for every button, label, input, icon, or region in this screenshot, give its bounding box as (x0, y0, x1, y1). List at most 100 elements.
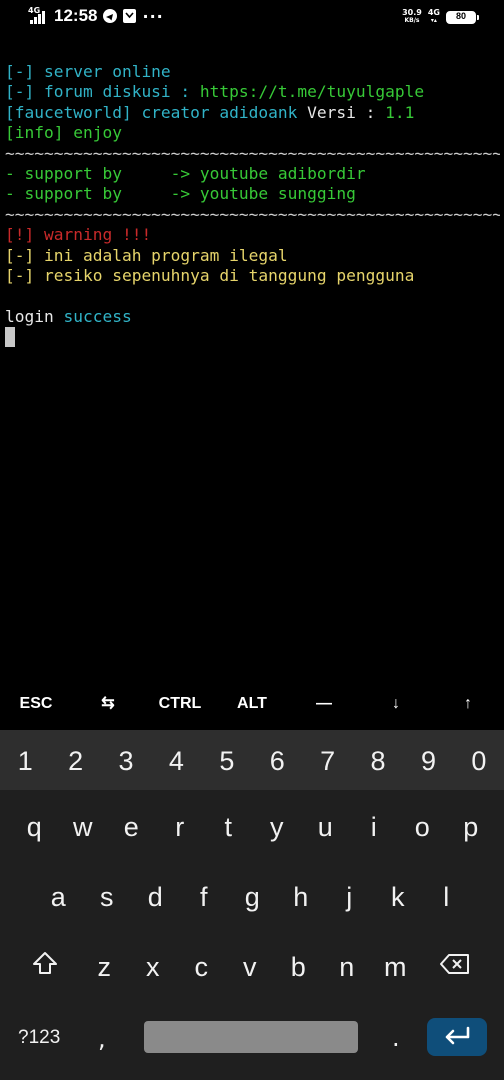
terminal-text: [faucetworld] creator adidoank (5, 102, 308, 122)
terminal-line: [faucetworld] creator adidoank Versi : 1… (5, 103, 500, 123)
tab-key[interactable]: ⇆ (72, 682, 144, 726)
comma-key[interactable]: , (98, 1010, 106, 1068)
terminal-text: [!] warning !!! (5, 225, 152, 245)
status-right: 30.9 KB/s 4G ▾▴ 80 (402, 8, 479, 25)
key-s[interactable]: s (83, 866, 132, 928)
key-u[interactable]: u (301, 796, 350, 858)
status-left: 4G 12:58 ··· (28, 6, 164, 26)
terminal-text: [-] ini adalah program ilegal (5, 245, 288, 265)
key-8[interactable]: 8 (353, 730, 403, 790)
key-3[interactable]: 3 (101, 730, 151, 790)
shift-icon (31, 936, 59, 998)
key-2[interactable]: 2 (50, 730, 100, 790)
symbols-key[interactable]: ?123 (18, 1010, 60, 1066)
alt-key[interactable]: ALT (216, 682, 288, 726)
terminal-line: - support by -> youtube adibordir (5, 164, 500, 184)
shift-key[interactable] (10, 936, 80, 998)
backspace-icon (439, 936, 471, 998)
key-x[interactable]: x (129, 936, 178, 998)
key-d[interactable]: d (131, 866, 180, 928)
keyboard-row-2: asdfghjkl (34, 866, 471, 928)
terminal-line: login success (5, 307, 500, 327)
terminal-text: https://t.me/tuyulgaple (199, 82, 425, 102)
key-m[interactable]: m (371, 936, 420, 998)
notification-icon (123, 9, 137, 23)
terminal-text: - support by -> youtube sungging (5, 184, 356, 204)
esc-key[interactable]: ESC (0, 682, 72, 726)
terminal-line: [-] server online (5, 62, 500, 82)
key-k[interactable]: k (374, 866, 423, 928)
battery-level: 80 (455, 10, 466, 21)
key-p[interactable]: p (447, 796, 496, 858)
network-speed: 30.9 KB/s (402, 9, 422, 25)
key-j[interactable]: j (325, 866, 374, 928)
key-b[interactable]: b (274, 936, 323, 998)
key-e[interactable]: e (107, 796, 156, 858)
terminal-text: ~~~~~~~~~~~~~~~~~~~~~~~~~~~~~~~~~~~~~~~~… (5, 143, 500, 163)
key-a[interactable]: a (34, 866, 83, 928)
key-o[interactable]: o (398, 796, 447, 858)
key-f[interactable]: f (180, 866, 229, 928)
enter-key[interactable] (427, 1018, 487, 1056)
terminal-line: [-] ini adalah program ilegal (5, 246, 500, 266)
status-bar: 4G 12:58 ··· 30.9 KB/s 4G ▾▴ 80 (0, 0, 504, 40)
key-r[interactable]: r (156, 796, 205, 858)
key-5[interactable]: 5 (202, 730, 252, 790)
key-n[interactable]: n (323, 936, 372, 998)
clock: 12:58 (54, 6, 98, 25)
ctrl-key[interactable]: CTRL (144, 682, 216, 726)
key-q[interactable]: q (10, 796, 59, 858)
terminal-prompt-line (5, 327, 500, 348)
space-bar[interactable] (144, 1021, 358, 1053)
terminal-text: ~~~~~~~~~~~~~~~~~~~~~~~~~~~~~~~~~~~~~~~~… (5, 204, 500, 224)
enter-icon (442, 1025, 472, 1049)
key-7[interactable]: 7 (302, 730, 352, 790)
keyboard-bottom-row: ?123 , . (0, 1010, 504, 1080)
mobile-data-label: 4G (427, 8, 440, 17)
key-t[interactable]: t (204, 796, 253, 858)
key-l[interactable]: l (422, 866, 471, 928)
arrow-down-key[interactable]: ↓ (360, 682, 432, 726)
terminal-line: [-] resiko sepenuhnya di tanggung penggu… (5, 266, 500, 286)
key-4[interactable]: 4 (151, 730, 201, 790)
key-v[interactable]: v (226, 936, 275, 998)
key-1[interactable]: 1 (0, 730, 50, 790)
key-0[interactable]: 0 (454, 730, 504, 790)
terminal-line: ~~~~~~~~~~~~~~~~~~~~~~~~~~~~~~~~~~~~~~~~… (5, 144, 500, 164)
key-h[interactable]: h (277, 866, 326, 928)
key-g[interactable]: g (228, 866, 277, 928)
terminal-text: [info] enjoy (5, 123, 122, 143)
key-y[interactable]: y (253, 796, 302, 858)
terminal-line: [info] enjoy (5, 123, 500, 143)
terminal-line: [!] warning !!! (5, 225, 500, 245)
terminal-text: [-] resiko sepenuhnya di tanggung penggu… (5, 265, 415, 285)
period-key[interactable]: . (392, 1010, 400, 1066)
key-c[interactable]: c (177, 936, 226, 998)
key-w[interactable]: w (59, 796, 108, 858)
terminal-text: [-] forum diskusi : (5, 82, 200, 102)
number-row: 1234567890 (0, 730, 504, 790)
terminal-line: - support by -> youtube sungging (5, 184, 500, 204)
signal-icon: 4G (28, 6, 48, 26)
key-i[interactable]: i (350, 796, 399, 858)
key-z[interactable]: z (80, 936, 129, 998)
keyboard-row-1: qwertyuiop (10, 796, 495, 858)
key-6[interactable]: 6 (252, 730, 302, 790)
terminal-text: success (63, 306, 132, 326)
terminal-text: 1.1 (385, 102, 415, 122)
terminal-output[interactable]: [-] server online [-] forum diskusi : htt… (5, 62, 500, 348)
battery-icon: 80 (446, 10, 479, 24)
more-notifications-icon: ··· (142, 6, 164, 26)
dash-key[interactable]: — (288, 682, 360, 726)
backspace-key[interactable] (420, 936, 490, 998)
terminal-line: [-] forum diskusi : https://t.me/tuyulga… (5, 82, 500, 102)
arrow-up-key[interactable]: ↑ (432, 682, 504, 726)
speed-unit: KB/s (404, 17, 420, 24)
key-9[interactable]: 9 (403, 730, 453, 790)
extra-keys-bar: ESC ⇆ CTRL ALT — ↓ ↑ (0, 682, 504, 726)
terminal-text: login (5, 306, 64, 326)
keyboard-row-3: zxcvbnm (10, 936, 490, 998)
terminal-line: ~~~~~~~~~~~~~~~~~~~~~~~~~~~~~~~~~~~~~~~~… (5, 205, 500, 225)
telegram-icon (103, 9, 118, 23)
